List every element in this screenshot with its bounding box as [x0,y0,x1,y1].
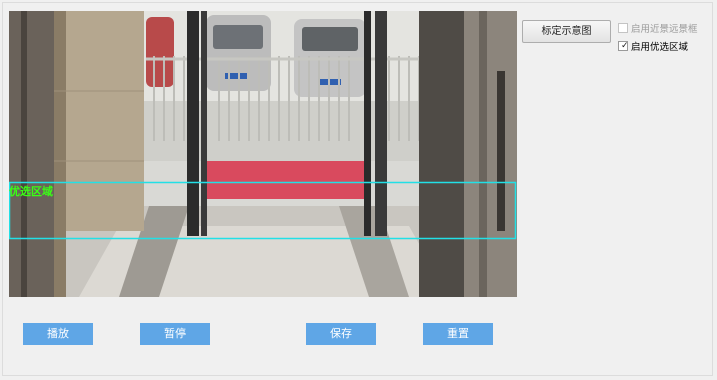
near-far-frame-checkbox[interactable]: 启用近景远景框 [618,21,698,35]
checkbox-box[interactable] [618,23,628,33]
checkmark-icon: ✓ [621,41,629,51]
near-far-frame-label: 启用近景远景框 [631,24,698,35]
preferred-region-label: 启用优选区域 [631,42,689,53]
checkbox-box[interactable]: ✓ [618,41,629,51]
calibration-diagram-button[interactable]: 标定示意图 [522,20,611,43]
camera-scene [9,11,517,297]
pause-button[interactable]: 暂停 [140,323,210,345]
save-button[interactable]: 保存 [306,323,376,345]
video-preview[interactable]: 优选区域 [9,11,517,297]
preferred-region-checkbox[interactable]: ✓ 启用优选区域 [618,39,688,53]
play-button[interactable]: 播放 [23,323,93,345]
roi-label: 优选区域 [9,185,53,198]
reset-button[interactable]: 重置 [423,323,493,345]
